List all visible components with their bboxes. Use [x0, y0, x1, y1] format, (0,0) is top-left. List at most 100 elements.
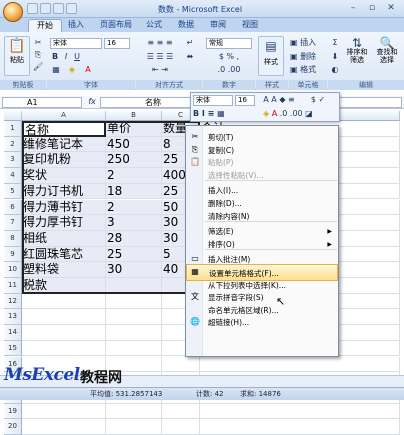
tab-formulas[interactable]: 公式 [138, 19, 170, 32]
close-button[interactable]: ✕ [382, 2, 400, 15]
fill-icon[interactable]: ⬇ [330, 52, 340, 62]
row-header[interactable]: 11 [4, 278, 22, 294]
paste-button[interactable]: 📋 粘贴 [4, 36, 30, 76]
font-name-select[interactable]: 宋体 [50, 38, 102, 49]
scissors-icon: ✂ [191, 132, 199, 141]
find-select-button[interactable]: 🔍 查找和 选择 [373, 36, 401, 76]
copy-icon[interactable]: ⎘ [33, 50, 43, 60]
cell-b14[interactable] [106, 325, 162, 341]
tab-review[interactable]: 审阅 [202, 19, 234, 32]
row-header[interactable]: 1 [4, 121, 22, 137]
cell-a19[interactable] [22, 403, 106, 420]
row-header[interactable]: 2 [4, 136, 22, 153]
cut-icon[interactable]: ✂ [33, 38, 43, 48]
tab-view[interactable]: 视图 [234, 19, 266, 32]
row-header[interactable]: 19 [4, 403, 22, 420]
cell-b12[interactable] [106, 293, 162, 310]
name-box[interactable]: A1 [2, 97, 82, 108]
paste-icon: 📋 [190, 157, 200, 167]
tab-page-layout[interactable]: 页面布局 [92, 19, 140, 32]
row-header[interactable]: 20 [4, 419, 22, 435]
row-header[interactable]: 6 [4, 199, 22, 216]
wrap-text-icon[interactable]: ↵ [184, 38, 196, 48]
autosum-icon[interactable]: Σ [330, 38, 340, 48]
vertical-align-icons[interactable]: ≡ ≡ ≡ [140, 38, 180, 48]
format-cells-ribbon-icon[interactable]: ▣ 格式 [290, 65, 320, 75]
cell-b13[interactable] [106, 309, 162, 326]
clipboard-icon: 📋 [8, 38, 26, 54]
cell-c19[interactable] [162, 403, 200, 420]
borders-icon[interactable]: ▦ [50, 65, 62, 75]
column-header-b[interactable]: B [106, 111, 162, 121]
horizontal-align-icons[interactable]: ☰ ☰ ☰ [140, 52, 180, 62]
mouse-cursor-icon: ↖ [276, 295, 286, 308]
italic-icon[interactable]: I [61, 52, 71, 62]
format-painter-icon[interactable]: 🖌 [33, 62, 43, 72]
fill-color-icon[interactable]: ◈ [66, 65, 78, 75]
menu-item-label: 清除内容(N) [208, 211, 250, 221]
cell-b19[interactable] [106, 403, 162, 420]
row-header[interactable]: 7 [4, 215, 22, 231]
delete-cells-icon[interactable]: ▣ 删除 [290, 52, 320, 62]
cell-a20[interactable] [22, 419, 106, 435]
row-header[interactable]: 13 [4, 309, 22, 326]
currency-percent-icons[interactable]: $ % , [206, 52, 252, 62]
maximize-button[interactable]: ▫ [363, 2, 381, 15]
format-cells-icon: ▦ [191, 267, 199, 276]
font-size-select[interactable]: 16 [104, 38, 130, 49]
select-all-corner[interactable] [4, 111, 22, 121]
mini-toolbar: 宋体 16 A A ◆ ≡ $ ✓ B I ≡ ▦ ◈ A .0 .00 ◪ [190, 92, 340, 122]
cell-b15[interactable] [106, 340, 162, 357]
office-button[interactable] [3, 2, 23, 22]
save-icon[interactable] [27, 3, 38, 14]
cell-d20[interactable] [200, 419, 400, 435]
cell-c20[interactable] [162, 419, 200, 435]
cell-c16[interactable] [162, 356, 200, 373]
styles-button[interactable]: ▤ 样式 [258, 36, 284, 76]
decimal-icons[interactable]: .0 .00 [206, 65, 252, 75]
customize-qat-icon[interactable] [66, 3, 77, 14]
font-color-icon[interactable]: A [82, 65, 94, 75]
row-header[interactable]: 8 [4, 230, 22, 247]
insert-cells-icon[interactable]: ▣ 插入 [290, 38, 320, 48]
mini-grow-shrink-icons[interactable]: A A ◆ ≡ [259, 95, 299, 105]
indent-icons[interactable]: ⇤ ⇥ [140, 65, 180, 75]
clear-icon[interactable]: ◐ [330, 65, 340, 75]
tab-home[interactable]: 开始 [28, 19, 62, 32]
tab-insert[interactable]: 插入 [60, 19, 92, 32]
row-header[interactable]: 12 [4, 293, 22, 310]
mini-size-select[interactable]: 16 [235, 95, 255, 106]
undo-icon[interactable] [40, 3, 51, 14]
tab-data[interactable]: 数据 [170, 19, 202, 32]
sort-filter-button[interactable]: ⇅ 排序和 筛选 [343, 36, 371, 76]
bold-icon[interactable]: B [50, 52, 60, 62]
mini-font-select[interactable]: 宋体 [193, 95, 233, 106]
column-header-a[interactable]: A [22, 111, 106, 121]
fx-icon[interactable]: fx [86, 97, 98, 107]
cell-a13[interactable] [22, 309, 106, 326]
cell-a15[interactable] [22, 340, 106, 357]
row-header[interactable]: 5 [4, 183, 22, 200]
merge-center-icon[interactable]: ⬌ [184, 52, 196, 62]
number-format-select[interactable]: 常规 [206, 38, 252, 49]
cell-a14[interactable] [22, 325, 106, 341]
cell-d16[interactable] [200, 356, 400, 373]
row-header[interactable]: 10 [4, 262, 22, 278]
row-header[interactable]: 15 [4, 340, 22, 357]
row-header[interactable]: 14 [4, 325, 22, 341]
minimize-button[interactable]: – [344, 2, 362, 15]
mini-format-icons[interactable]: $ ✓ [303, 95, 333, 105]
mini-style-icons[interactable]: B I ≡ ▦ [193, 109, 263, 119]
cell-a12[interactable] [22, 293, 106, 310]
mini-color-icons[interactable]: ◈ A .0 .00 ◪ [263, 109, 333, 119]
underline-icon[interactable]: U [72, 52, 82, 62]
menu-item-label: 排序(O) [208, 239, 235, 249]
cell-d19[interactable] [200, 403, 400, 420]
menu-item-17[interactable]: 超链接(H)... [186, 314, 338, 331]
cell-b20[interactable] [106, 419, 162, 435]
row-header[interactable]: 4 [4, 168, 22, 184]
hyperlink-icon: 🌐 [190, 317, 200, 327]
redo-icon[interactable] [53, 3, 64, 14]
row-header[interactable]: 3 [4, 152, 22, 169]
row-header[interactable]: 9 [4, 246, 22, 263]
